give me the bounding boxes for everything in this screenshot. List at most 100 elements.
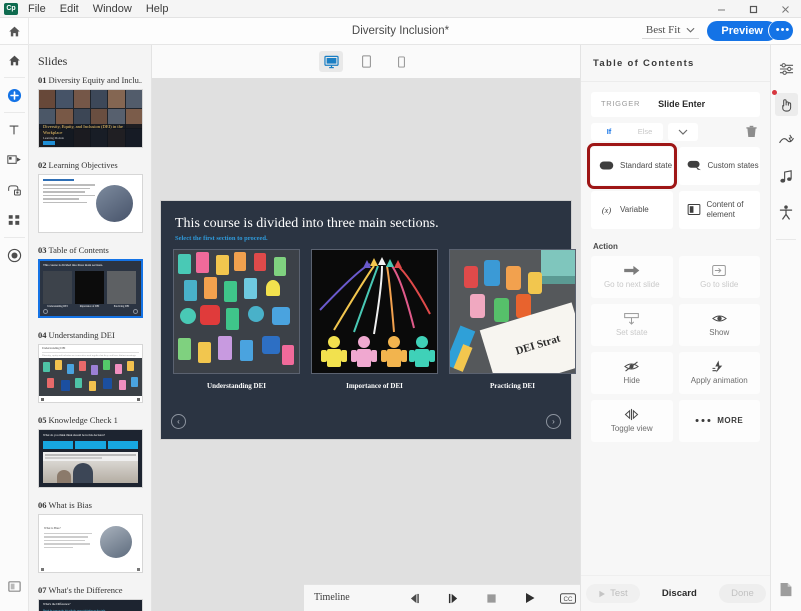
- rail-item-text[interactable]: [0, 115, 29, 145]
- card-image-practicing[interactable]: DEI Strat: [449, 249, 576, 374]
- rail-item-widgets[interactable]: [0, 205, 29, 235]
- menu-window[interactable]: Window: [93, 3, 132, 15]
- rail-divider: [3, 237, 25, 238]
- rail-item-home[interactable]: [0, 45, 29, 75]
- action-go-to-slide[interactable]: Go to slide: [678, 255, 760, 298]
- previous-frame-button[interactable]: [408, 590, 424, 606]
- slide-caption: 03 Table of Contents: [38, 245, 142, 256]
- variable-icon: (x): [599, 204, 614, 216]
- play-button[interactable]: [522, 590, 538, 606]
- more-dots-icon: [695, 414, 711, 427]
- condition-tile-custom-states[interactable]: Custom states: [678, 146, 760, 185]
- rail-item-media[interactable]: [0, 145, 29, 175]
- next-slide-button[interactable]: ›: [546, 414, 561, 429]
- toggle-view-icon: [624, 408, 639, 421]
- menu-edit[interactable]: Edit: [60, 3, 79, 15]
- maximize-icon[interactable]: [737, 0, 769, 18]
- card-image-understanding[interactable]: [173, 249, 300, 374]
- slide-thumbnail[interactable]: What's the Difference? Match the term on…: [38, 599, 143, 611]
- condition-tile-standard-state[interactable]: Standard state: [587, 142, 677, 189]
- goto-slide-icon: [712, 264, 727, 277]
- rail-divider: [776, 239, 796, 240]
- device-preview-bar: [152, 45, 580, 78]
- eye-icon: [711, 312, 727, 325]
- rail-item-record[interactable]: [0, 240, 29, 270]
- condition-tile-label: Variable: [620, 204, 649, 214]
- rail-item-properties[interactable]: [775, 57, 798, 80]
- action-go-to-next-slide[interactable]: Go to next slide: [591, 255, 673, 298]
- test-button-label: Test: [610, 587, 628, 599]
- slide-thumbnail[interactable]: What is Bias?: [38, 514, 143, 573]
- card-image-importance[interactable]: [311, 249, 438, 374]
- previous-slide-button[interactable]: ‹: [171, 414, 186, 429]
- slide-item-02[interactable]: 02 Learning Objectives: [29, 160, 151, 245]
- menu-file[interactable]: File: [28, 3, 46, 15]
- rail-item-accessibility[interactable]: [775, 201, 798, 224]
- slide-card-2[interactable]: Importance of DEI: [311, 249, 438, 390]
- chevron-down-icon[interactable]: [668, 122, 698, 141]
- condition-if-tab[interactable]: If: [591, 123, 627, 141]
- condition-else-tab[interactable]: Else: [627, 123, 663, 141]
- action-toggle-view[interactable]: Toggle view: [591, 399, 673, 442]
- media-icon: [6, 155, 21, 164]
- rail-item-panels[interactable]: [0, 571, 29, 601]
- discard-button[interactable]: Discard: [650, 584, 709, 604]
- test-button[interactable]: Test: [586, 583, 640, 604]
- slide-canvas[interactable]: This course is divided into three main s…: [160, 200, 576, 440]
- slide-item-07[interactable]: 07 What's the Difference What's the Diffe…: [29, 585, 151, 611]
- action-show[interactable]: Show: [678, 303, 760, 346]
- slide-number: 03: [38, 245, 47, 255]
- slides-panel-title: Slides: [38, 54, 68, 68]
- close-icon[interactable]: [769, 0, 801, 18]
- interaction-icon: [7, 185, 21, 196]
- action-more[interactable]: MORE: [678, 399, 760, 442]
- eye-off-icon: [624, 360, 640, 373]
- slide-thumbnail[interactable]: Diversity, Equity, and Inclusion (DEI) i…: [38, 89, 143, 148]
- trigger-row[interactable]: TRIGGER Slide Enter: [591, 91, 760, 117]
- action-set-state[interactable]: Set state: [591, 303, 673, 346]
- slide-thumbnail[interactable]: Understanding DEI Diversity, equity and …: [38, 344, 143, 403]
- rail-divider: [3, 77, 25, 78]
- slide-thumbnail-selected[interactable]: This course is divided into three main s…: [38, 259, 143, 318]
- tablet-preview-icon[interactable]: [354, 51, 378, 72]
- rail-item-effects[interactable]: [775, 129, 798, 152]
- action-section-label: Action: [593, 241, 618, 251]
- slide-item-05[interactable]: 05 Knowledge Check 1 What do you think th…: [29, 415, 151, 500]
- action-hide[interactable]: Hide: [591, 351, 673, 394]
- slide-caption: 07 What's the Difference: [38, 585, 142, 596]
- slide-item-04[interactable]: 04 Understanding DEI Understanding DEI Di…: [29, 330, 151, 415]
- next-frame-button[interactable]: [446, 590, 462, 606]
- document-title: Diversity Inclusion*: [351, 24, 450, 37]
- rail-item-assets[interactable]: [775, 578, 798, 601]
- trigger-value[interactable]: Slide Enter: [658, 99, 705, 109]
- slide-item-06[interactable]: 06 What is Bias What is Bias?: [29, 500, 151, 585]
- state-icon: [599, 161, 614, 170]
- slide-thumbnail[interactable]: [38, 174, 143, 233]
- action-label: Hide: [623, 376, 640, 385]
- slide-card-1[interactable]: Understanding DEI: [173, 249, 300, 390]
- stop-button[interactable]: [484, 590, 500, 606]
- done-button[interactable]: Done: [719, 583, 766, 604]
- slide-card-3[interactable]: DEI Strat Practicing DEI: [449, 249, 576, 390]
- minimize-icon[interactable]: [705, 0, 737, 18]
- rail-item-add[interactable]: [0, 80, 29, 110]
- closed-captions-button[interactable]: CC: [559, 590, 576, 606]
- condition-toggle[interactable]: If Else: [591, 122, 663, 141]
- rail-item-interaction[interactable]: [0, 175, 29, 205]
- slide-item-01[interactable]: 01 Diversity Equity and Inclu... Diversit…: [29, 75, 151, 160]
- menu-help[interactable]: Help: [146, 3, 169, 15]
- condition-tile-content-of-element[interactable]: Content of element: [678, 190, 760, 229]
- slide-caption: 06 What is Bias: [38, 500, 142, 511]
- app-logo: Cp: [4, 2, 18, 15]
- rail-item-interactions[interactable]: [771, 90, 798, 116]
- slides-panel[interactable]: Slides 01 Diversity Equity and Inclu... D…: [29, 45, 152, 611]
- slide-thumbnail[interactable]: What do you think think should be in thi…: [38, 429, 143, 488]
- rail-item-audio[interactable]: [775, 165, 798, 188]
- condition-tile-variable[interactable]: (x) Variable: [591, 190, 673, 229]
- interactions-panel: Table of Contents TRIGGER Slide Enter If…: [580, 45, 771, 611]
- trash-icon[interactable]: [746, 125, 757, 138]
- desktop-preview-icon[interactable]: [319, 51, 343, 72]
- mobile-preview-icon[interactable]: [389, 51, 413, 72]
- action-apply-animation[interactable]: Apply animation: [678, 351, 760, 394]
- slide-item-03[interactable]: 03 Table of Contents This course is divid…: [29, 245, 151, 330]
